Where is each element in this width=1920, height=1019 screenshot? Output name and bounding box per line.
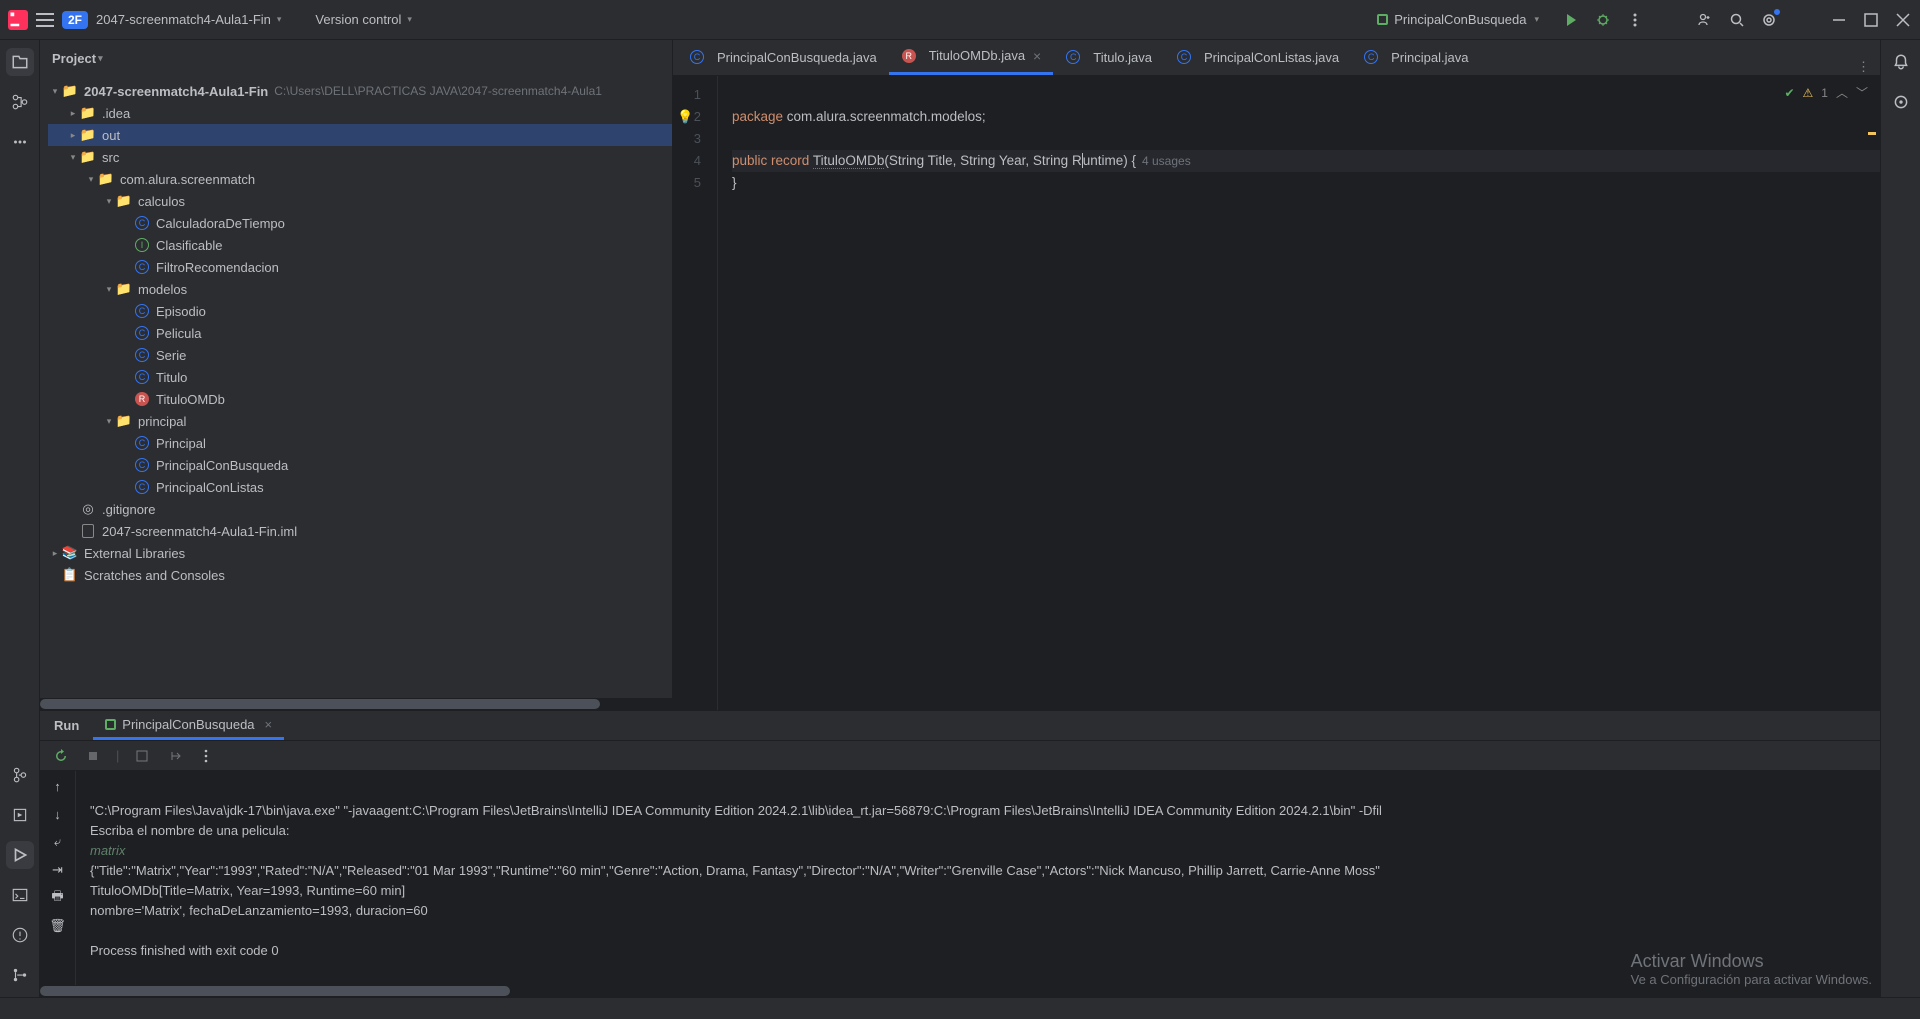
- editor-tabs: CPrincipalConBusqueda.java RTituloOMDb.j…: [673, 40, 1880, 76]
- tree-item-calculadora[interactable]: CCalculadoraDeTiempo: [48, 212, 672, 234]
- right-tool-rail: [1880, 40, 1920, 997]
- console-output[interactable]: "C:\Program Files\Java\jdk-17\bin\java.e…: [76, 771, 1880, 985]
- settings-badge: [1774, 9, 1780, 15]
- scroll-down-icon[interactable]: ↓: [49, 805, 67, 823]
- run-tool-window: Run PrincipalConBusqueda × | ↑ ↓ ⤶ ⇥ 🖶 🗑: [40, 710, 1880, 997]
- soft-wrap-icon[interactable]: ⤶: [49, 833, 67, 851]
- project-tool-window: Project 📁2047-screenmatch4-Aula1-FinC:\U…: [40, 40, 673, 710]
- attach-debugger-icon[interactable]: [133, 747, 151, 765]
- tree-item-iml[interactable]: 2047-screenmatch4-Aula1-Fin.iml: [48, 520, 672, 542]
- rerun-button[interactable]: [52, 747, 70, 765]
- tab-principalconbusqueda[interactable]: CPrincipalConBusqueda.java: [677, 39, 889, 75]
- close-tab-icon[interactable]: ×: [1033, 48, 1041, 64]
- app-logo: [8, 10, 28, 30]
- more-actions-button[interactable]: [1626, 11, 1644, 29]
- terminal-tool-button[interactable]: [6, 881, 34, 909]
- run-config-label: PrincipalConBusqueda: [1394, 12, 1526, 27]
- tree-item-principal[interactable]: CPrincipal: [48, 432, 672, 454]
- services-tool-button[interactable]: [6, 801, 34, 829]
- tree-item-scratches[interactable]: 📋Scratches and Consoles: [48, 564, 672, 586]
- maximize-button[interactable]: [1862, 11, 1880, 29]
- problems-tool-button[interactable]: [6, 921, 34, 949]
- tree-item-external[interactable]: 📚External Libraries: [48, 542, 672, 564]
- title-bar: 2F 2047-screenmatch4-Aula1-Fin Version c…: [0, 0, 1920, 40]
- tree-item-episodio[interactable]: CEpisodio: [48, 300, 672, 322]
- tree-item-gitignore[interactable]: ◎.gitignore: [48, 498, 672, 520]
- code-area[interactable]: package com.alura.screenmatch.modelos; p…: [718, 76, 1880, 710]
- notifications-button[interactable]: [1887, 48, 1915, 76]
- more-tools-button[interactable]: [6, 128, 34, 156]
- exit-icon[interactable]: [165, 747, 183, 765]
- editor-gutter: 1 💡2 3 4 5: [673, 76, 718, 710]
- main-menu-button[interactable]: [36, 13, 54, 27]
- run-config-icon: [1377, 14, 1388, 25]
- debug-button[interactable]: [1594, 11, 1612, 29]
- code-with-me-icon[interactable]: [1696, 11, 1714, 29]
- tree-item-modelos[interactable]: 📁modelos: [48, 278, 672, 300]
- tree-item-principalcb[interactable]: CPrincipalConBusqueda: [48, 454, 672, 476]
- tree-item-idea[interactable]: 📁.idea: [48, 102, 672, 124]
- tab-principal[interactable]: CPrincipal.java: [1351, 39, 1480, 75]
- intention-bulb-icon[interactable]: 💡: [677, 106, 693, 128]
- settings-icon[interactable]: [1760, 11, 1778, 29]
- ai-assistant-button[interactable]: [1887, 88, 1915, 116]
- tree-item-filtro[interactable]: CFiltroRecomendacion: [48, 256, 672, 278]
- scroll-up-icon[interactable]: ↑: [49, 777, 67, 795]
- project-h-scrollbar[interactable]: [40, 698, 672, 710]
- root-path: C:\Users\DELL\PRACTICAS JAVA\2047-screen…: [274, 84, 602, 98]
- close-window-button[interactable]: [1894, 11, 1912, 29]
- run-side-toolbar: ↑ ↓ ⤶ ⇥ 🖶 🗑: [40, 771, 76, 985]
- tree-item-pkg-root[interactable]: 📁com.alura.screenmatch: [48, 168, 672, 190]
- left-tool-rail: [0, 40, 40, 997]
- tree-item-principalcl[interactable]: CPrincipalConListas: [48, 476, 672, 498]
- run-config-dropdown[interactable]: PrincipalConBusqueda: [1368, 8, 1548, 31]
- project-tool-button[interactable]: [6, 48, 34, 76]
- project-badge: 2F: [62, 11, 88, 29]
- console-h-scrollbar[interactable]: [40, 985, 1880, 997]
- project-header[interactable]: Project: [40, 40, 672, 76]
- close-run-tab-icon[interactable]: ×: [265, 717, 273, 732]
- vcs-tool-button[interactable]: [6, 761, 34, 789]
- stop-button[interactable]: [84, 747, 102, 765]
- minimize-button[interactable]: [1830, 11, 1848, 29]
- scroll-to-end-icon[interactable]: ⇥: [49, 861, 67, 879]
- clear-icon[interactable]: 🗑: [49, 917, 67, 935]
- tab-tituloomdb[interactable]: RTituloOMDb.java×: [889, 39, 1054, 75]
- tree-item-src[interactable]: 📁src: [48, 146, 672, 168]
- run-toolbar: |: [40, 741, 1880, 771]
- tree-item-calculos[interactable]: 📁calculos: [48, 190, 672, 212]
- tabs-more-icon[interactable]: ⋮: [1857, 59, 1870, 75]
- editor-pane: CPrincipalConBusqueda.java RTituloOMDb.j…: [673, 40, 1880, 710]
- tree-item-tituloomdb[interactable]: RTituloOMDb: [48, 388, 672, 410]
- windows-activation-watermark: Activar Windows Ve a Configuración para …: [1631, 951, 1872, 987]
- tree-root[interactable]: 📁2047-screenmatch4-Aula1-FinC:\Users\DEL…: [48, 80, 672, 102]
- project-name-dropdown[interactable]: 2047-screenmatch4-Aula1-Fin: [96, 12, 281, 27]
- structure-tool-button[interactable]: [6, 88, 34, 116]
- run-title: Run: [40, 711, 93, 740]
- tree-item-pelicula[interactable]: CPelicula: [48, 322, 672, 344]
- tree-item-serie[interactable]: CSerie: [48, 344, 672, 366]
- status-bar: [0, 997, 1920, 1019]
- run-more-icon[interactable]: [197, 747, 215, 765]
- root-label: 2047-screenmatch4-Aula1-Fin: [84, 84, 268, 99]
- git-tool-button[interactable]: [6, 961, 34, 989]
- tree-item-out[interactable]: 📁out: [48, 124, 672, 146]
- project-tree[interactable]: 📁2047-screenmatch4-Aula1-FinC:\Users\DEL…: [40, 76, 672, 698]
- print-icon[interactable]: 🖶: [49, 889, 67, 907]
- tab-principalconlistas[interactable]: CPrincipalConListas.java: [1164, 39, 1351, 75]
- tree-item-titulo[interactable]: CTitulo: [48, 366, 672, 388]
- vcs-dropdown[interactable]: Version control: [315, 12, 412, 27]
- editor-body[interactable]: ✔ ⚠1 ︿﹀ 1 💡2 3 4 5 package com.alura.scr…: [673, 76, 1880, 710]
- search-icon[interactable]: [1728, 11, 1746, 29]
- run-button[interactable]: [1562, 11, 1580, 29]
- run-tab[interactable]: PrincipalConBusqueda ×: [93, 711, 284, 740]
- run-tab-icon: [105, 719, 116, 730]
- run-tool-button[interactable]: [6, 841, 34, 869]
- tree-item-principal-pkg[interactable]: 📁principal: [48, 410, 672, 432]
- tab-titulo[interactable]: CTitulo.java: [1053, 39, 1164, 75]
- tree-item-clasificable[interactable]: IClasificable: [48, 234, 672, 256]
